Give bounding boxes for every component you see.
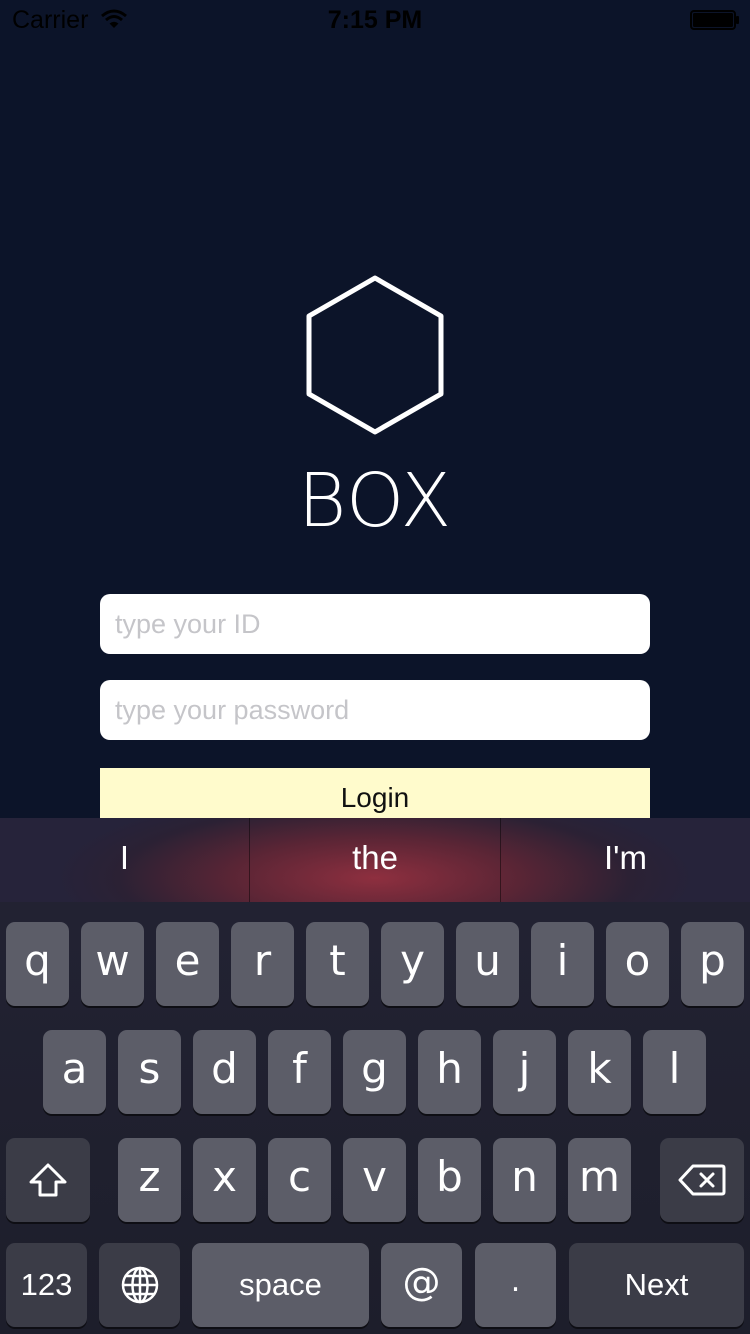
key[interactable]: z <box>118 1138 181 1222</box>
key[interactable]: d <box>193 1030 256 1114</box>
key[interactable]: b <box>418 1138 481 1222</box>
key[interactable]: t <box>306 922 369 1006</box>
suggestion-item[interactable]: I'm <box>501 818 750 902</box>
key[interactable]: w <box>81 922 144 1006</box>
numbers-key[interactable]: 123 <box>6 1243 87 1327</box>
key[interactable]: g <box>343 1030 406 1114</box>
battery-icon <box>690 10 739 30</box>
hexagon-logo-icon <box>306 275 444 435</box>
key[interactable]: h <box>418 1030 481 1114</box>
key[interactable]: v <box>343 1138 406 1222</box>
key[interactable]: x <box>193 1138 256 1222</box>
key[interactable]: n <box>493 1138 556 1222</box>
next-key[interactable]: Next <box>569 1243 744 1327</box>
key[interactable]: s <box>118 1030 181 1114</box>
key[interactable]: f <box>268 1030 331 1114</box>
key[interactable]: e <box>156 922 219 1006</box>
login-screen: Carrier 7:15 PM BOX Login I the I'm q w <box>0 0 750 1334</box>
at-key[interactable]: @ <box>381 1243 462 1327</box>
delete-key[interactable] <box>660 1138 744 1222</box>
suggestion-item[interactable]: I <box>0 818 249 902</box>
status-bar: Carrier 7:15 PM <box>0 0 750 40</box>
clock: 7:15 PM <box>327 6 423 34</box>
shift-icon <box>29 1163 67 1197</box>
app-name: BOX <box>297 458 453 544</box>
keyboard: I the I'm q w e r t y u i o p a s d f g … <box>0 818 750 1334</box>
key[interactable]: o <box>606 922 669 1006</box>
delete-icon <box>678 1164 726 1196</box>
key[interactable]: p <box>681 922 744 1006</box>
key[interactable]: i <box>531 922 594 1006</box>
id-input[interactable] <box>100 594 650 654</box>
shift-key[interactable] <box>6 1138 90 1222</box>
space-key[interactable]: space <box>192 1243 369 1327</box>
suggestion-bar: I the I'm <box>0 818 750 902</box>
key[interactable]: u <box>456 922 519 1006</box>
key[interactable]: j <box>493 1030 556 1114</box>
key[interactable]: k <box>568 1030 631 1114</box>
password-input[interactable] <box>100 680 650 740</box>
dot-key[interactable]: . <box>475 1243 556 1327</box>
key[interactable]: y <box>381 922 444 1006</box>
suggestion-item[interactable]: the <box>250 818 500 902</box>
key[interactable]: r <box>231 922 294 1006</box>
key[interactable]: l <box>643 1030 706 1114</box>
key[interactable]: a <box>43 1030 106 1114</box>
key[interactable]: c <box>268 1138 331 1222</box>
globe-icon <box>121 1266 158 1304</box>
key[interactable]: q <box>6 922 69 1006</box>
key[interactable]: m <box>568 1138 631 1222</box>
globe-key[interactable] <box>99 1243 180 1327</box>
